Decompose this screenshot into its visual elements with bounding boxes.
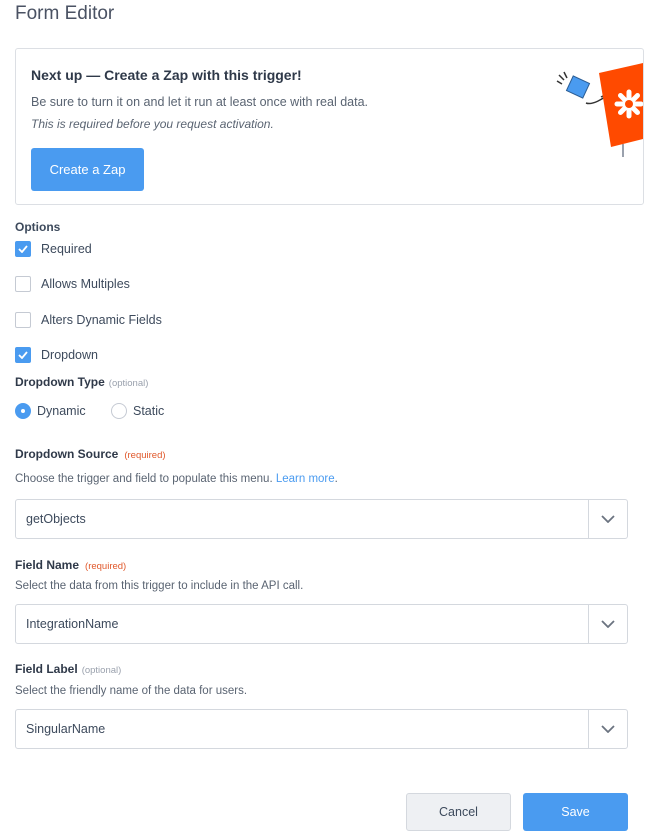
required-tag: (required) (124, 450, 166, 461)
help-period: . (334, 473, 338, 485)
dropdown-source-help: Choose the trigger and field to populate… (15, 473, 338, 485)
allows-multiples-label: Allows Multiples (41, 277, 130, 291)
dropdown-source-select[interactable]: getObjects (15, 499, 628, 539)
field-name-select[interactable]: IntegrationName (15, 604, 628, 644)
create-zap-button[interactable]: Create a Zap (31, 148, 144, 191)
alters-dynamic-fields-label: Alters Dynamic Fields (41, 313, 162, 327)
dynamic-radio-option[interactable]: Dynamic (15, 402, 86, 420)
dynamic-radio-label: Dynamic (37, 404, 86, 418)
dynamic-radio[interactable] (15, 403, 31, 419)
dropdown-label: Dropdown (41, 348, 98, 362)
dropdown-source-value: getObjects (26, 512, 86, 526)
dropdown-source-label: Dropdown Source (required) (15, 447, 166, 461)
chevron-down-icon[interactable] (589, 500, 627, 538)
dropdown-source-help-text: Choose the trigger and field to populate… (15, 473, 273, 485)
dropdown-type-title: Dropdown Type (15, 375, 105, 389)
cancel-button[interactable]: Cancel (406, 793, 511, 831)
required-label: Required (41, 242, 92, 256)
field-label-label: Field Label (optional) (15, 662, 121, 676)
options-label: Options (15, 220, 61, 234)
field-label-title: Field Label (15, 662, 78, 676)
required-option[interactable]: Required (15, 239, 92, 259)
optional-tag: (optional) (81, 665, 122, 676)
dropdown-source-title: Dropdown Source (15, 447, 119, 461)
required-tag: (required) (85, 561, 127, 572)
learn-more-link[interactable]: Learn more (276, 473, 335, 485)
callout-title: Next up — Create a Zap with this trigger… (31, 67, 302, 83)
optional-tag: (optional) (108, 378, 149, 389)
field-label-help: Select the friendly name of the data for… (15, 685, 248, 697)
static-radio[interactable] (111, 403, 127, 419)
page-title: Form Editor (15, 3, 115, 24)
alters-dynamic-fields-checkbox[interactable] (15, 312, 31, 328)
static-radio-option[interactable]: Static (111, 402, 164, 420)
dropdown-type-label: Dropdown Type (optional) (15, 375, 148, 389)
field-name-value: IntegrationName (26, 617, 119, 631)
next-up-callout: Next up — Create a Zap with this trigger… (15, 48, 644, 205)
field-name-help: Select the data from this trigger to inc… (15, 580, 304, 592)
check-icon (18, 351, 28, 359)
chevron-down-icon[interactable] (589, 605, 627, 643)
alters-dynamic-fields-option[interactable]: Alters Dynamic Fields (15, 310, 162, 330)
check-icon (18, 245, 28, 253)
field-label-value: SingularName (26, 722, 106, 736)
required-checkbox[interactable] (15, 241, 31, 257)
zapier-logo-sign-icon (556, 63, 643, 157)
callout-description: Be sure to turn it on and let it run at … (31, 95, 368, 109)
save-button[interactable]: Save (523, 793, 628, 831)
callout-note: This is required before you request acti… (31, 117, 274, 131)
dropdown-checkbox[interactable] (15, 347, 31, 363)
allows-multiples-option[interactable]: Allows Multiples (15, 274, 130, 294)
allows-multiples-checkbox[interactable] (15, 276, 31, 292)
field-label-select[interactable]: SingularName (15, 709, 628, 749)
field-name-title: Field Name (15, 558, 80, 572)
field-name-label: Field Name (required) (15, 558, 126, 572)
static-radio-label: Static (133, 404, 165, 418)
dropdown-option[interactable]: Dropdown (15, 345, 98, 365)
chevron-down-icon[interactable] (589, 710, 627, 748)
